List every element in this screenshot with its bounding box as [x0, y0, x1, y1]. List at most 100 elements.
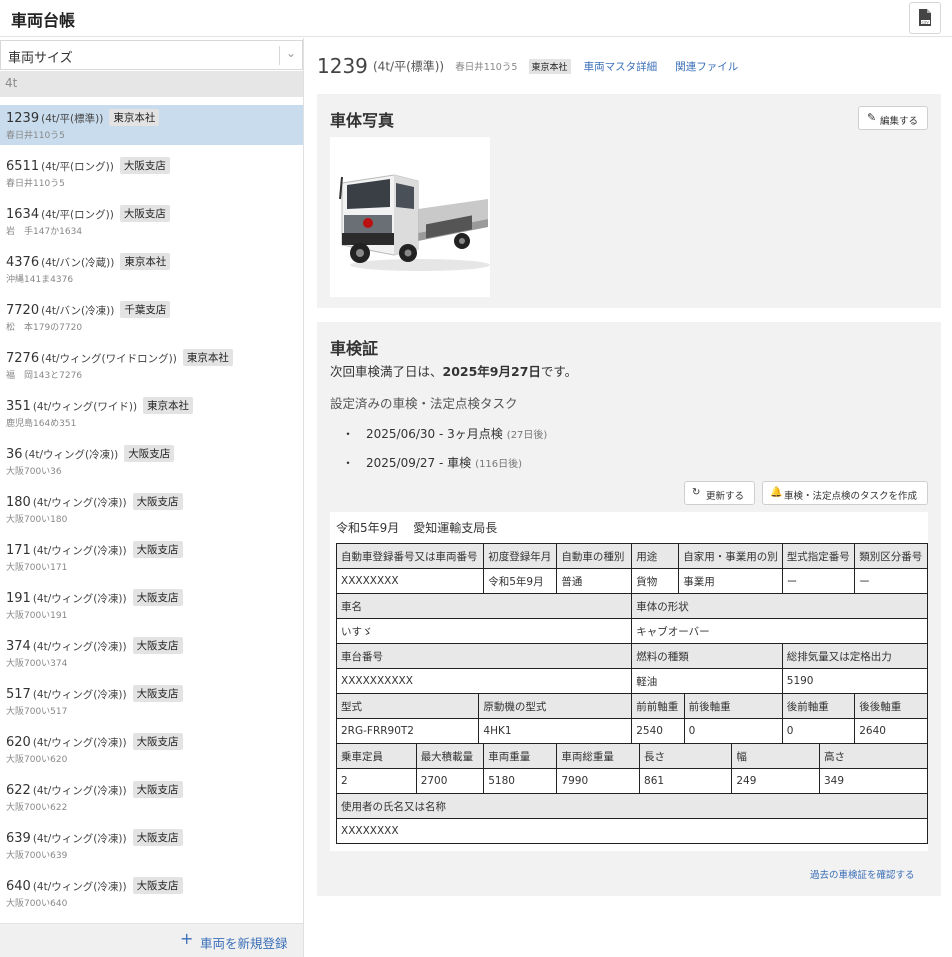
cert-cell-value: 事業用 [678, 568, 783, 594]
cert-cell-label: 幅 [731, 743, 820, 769]
vehicle-item-number: 6511 [6, 159, 40, 174]
cert-cell-label: 型式指定番号 [781, 543, 856, 569]
vehicle-item-size: (4t/ウィング(ワイド)) [32, 401, 138, 413]
vehicle-list-item[interactable]: 180 (4t/ウィング(冷凍)) 大阪支店 大阪700い180 [0, 489, 303, 537]
vehicle-list-item[interactable]: 374 (4t/ウィング(冷凍)) 大阪支店 大阪700い374 [0, 633, 303, 681]
chevron-down-icon[interactable]: ⌄ [286, 46, 296, 60]
size-filter-tag[interactable]: 4t [0, 71, 303, 97]
related-files-link[interactable]: 関連ファイル [675, 61, 738, 73]
vehicle-item-number: 640 [6, 879, 31, 894]
cert-cell-value: 0 [683, 718, 783, 744]
cert-cell-label: 自動車登録番号又は車両番号 [335, 543, 485, 569]
create-task-button[interactable]: 🔔 車検・法定点検のタスクを作成 [762, 481, 928, 505]
vehicle-item-number: 36 [6, 447, 23, 462]
certificate-issue-date: 令和5年9月 [336, 521, 400, 535]
bell-icon: 🔔 [770, 487, 783, 498]
cert-cell-label: 乗車定員 [336, 743, 417, 769]
cert-cell-label: 燃料の種類 [631, 643, 783, 669]
vehicle-item-title: 171 (4t/ウィング(冷凍)) 大阪支店 [6, 541, 183, 558]
cert-cell-label: 自家用・事業用の別 [678, 543, 783, 569]
vehicle-item-number: 620 [6, 735, 31, 750]
cert-header-row: 使用者の氏名又は名称 [336, 793, 928, 819]
cert-cell-label: 後前軸重 [781, 693, 856, 719]
vehicle-list-item[interactable]: 6511 (4t/平(ロング)) 大阪支店 春日井110う5 [0, 153, 303, 201]
cert-cell-value: 軽油 [631, 668, 783, 694]
vehicle-item-branch-badge: 大阪支店 [132, 637, 183, 654]
task-item: ・ 2025/06/30 - 3ヶ月点検 (27日後) [342, 427, 548, 441]
create-task-label: 車検・法定点検のタスクを作成 [784, 491, 918, 502]
vehicle-certificate: 令和5年9月 愛知運輸支局長 自動車登録番号又は車両番号 初度登録年月 自動車の種… [330, 512, 929, 851]
csv-export-button[interactable]: CSV [909, 2, 941, 34]
vehicle-item-size: (4t/平(ロング)) [41, 209, 114, 221]
vehicle-item-title: 517 (4t/ウィング(冷凍)) 大阪支店 [6, 685, 183, 702]
vehicle-list-item[interactable]: 1239 (4t/平(標準)) 東京本社 春日井110う5 [0, 105, 303, 145]
truck-illustration [339, 174, 490, 271]
cert-cell-label: 自動車の種別 [556, 543, 633, 569]
cert-cell-label: 最大積載量 [415, 743, 485, 769]
refresh-button[interactable]: ↻ 更新する [684, 481, 755, 505]
cert-cell-label: 類別区分番号 [854, 543, 928, 569]
vehicle-list-item[interactable]: 7720 (4t/バン(冷凍)) 千葉支店松 本179の7720 [0, 297, 303, 345]
vehicle-item-title: 1239 (4t/平(標準)) 東京本社 [6, 109, 160, 126]
vehicle-list-item[interactable]: 639 (4t/ウィング(冷凍)) 大阪支店 大阪700い639 [0, 825, 303, 873]
vehicle-item-title: 7276 (4t/ウィング(ワイドロング)) 東京本社 [6, 349, 233, 366]
vehicle-list-item[interactable]: 7276 (4t/ウィング(ワイドロング)) 東京本社福 岡143と7276 [0, 345, 303, 393]
cert-cell-value: 2RG-FRR90T2 [335, 718, 480, 744]
vehicle-list-item[interactable]: 171 (4t/ウィング(冷凍)) 大阪支店 大阪700い171 [0, 537, 303, 585]
vehicle-item-number: 7720 [6, 303, 40, 318]
cert-cell-label: 用途 [631, 543, 680, 569]
certificate-table: 自動車登録番号又は車両番号 初度登録年月 自動車の種別 用途 自家用・事業用の別… [335, 543, 929, 844]
vehicle-list-item[interactable]: 36 (4t/ウィング(冷凍)) 大阪支店 大阪700い36 [0, 441, 303, 489]
add-vehicle-label: 車両を新規登録 [200, 936, 288, 951]
vehicle-item-number: 180 [6, 495, 31, 510]
vehicle-item-branch-badge: 大阪支店 [132, 541, 183, 558]
vehicle-item-number: 351 [6, 399, 31, 414]
certificate-header: 令和5年9月 愛知運輸支局長 [336, 519, 497, 536]
cert-cell-label: 前後軸重 [683, 693, 783, 719]
vehicle-list-item[interactable]: 4376 (4t/バン(冷蔵)) 東京本社 沖縄141ま4376 [0, 249, 303, 297]
refresh-icon: ↻ [692, 487, 701, 498]
select-separator [279, 46, 280, 65]
vehicle-item-number: 191 [6, 591, 31, 606]
vehicle-list-item[interactable]: 620 (4t/ウィング(冷凍)) 大阪支店 大阪700い620 [0, 729, 303, 777]
cert-value-row: いすゞ キャブオーバー [335, 618, 928, 644]
cert-cell-value: ー [781, 568, 856, 594]
vehicle-list-item[interactable]: 622 (4t/ウィング(冷凍)) 大阪支店 大阪700い622 [0, 777, 303, 825]
vehicle-item-number: 622 [6, 783, 31, 798]
cert-cell-value: 2540 [631, 718, 685, 744]
vehicle-item-size: (4t/ウィング(冷凍)) [24, 449, 119, 461]
vehicle-item-size: (4t/バン(冷蔵)) [41, 257, 115, 269]
svg-text:CSV: CSV [922, 21, 930, 25]
vehicle-item-title: 1634 (4t/平(ロング)) 大阪支店 [6, 205, 170, 222]
vehicle-item-plate: 大阪700い180 [6, 515, 68, 525]
vehicle-list-item[interactable]: 191 (4t/ウィング(冷凍)) 大阪支店 大阪700い191 [0, 585, 303, 633]
cert-cell-label: 型式 [335, 693, 480, 719]
vehicle-master-link[interactable]: 車両マスタ詳細 [584, 61, 658, 73]
task-bullet: ・ [342, 427, 355, 441]
vehicle-item-size: (4t/ウィング(冷凍)) [32, 785, 127, 797]
vehicle-item-number: 1634 [6, 207, 40, 222]
cert-cell-value: 令和5年9月 [483, 568, 558, 594]
vehicle-size-select[interactable]: 車両サイズ ⌄ [0, 40, 303, 70]
cert-cell-label: 後後軸重 [854, 693, 928, 719]
vehicle-item-size: (4t/平(ロング)) [41, 161, 114, 173]
task-item: ・ 2025/09/27 - 車検 (116日後) [342, 456, 523, 470]
vehicle-item-size: (4t/ウィング(冷凍)) [32, 881, 127, 893]
cert-value-row: 2RG-FRR90T2 4HK1 2540 0 0 2640 [335, 718, 928, 744]
add-vehicle-button[interactable]: + 車両を新規登録 [0, 923, 303, 957]
cert-cell-label: 使用者の氏名又は名称 [336, 793, 928, 819]
vehicle-list-item[interactable]: 1634 (4t/平(ロング)) 大阪支店岩 手147か1634 [0, 201, 303, 249]
vehicle-list-item[interactable]: 351 (4t/ウィング(ワイド)) 東京本社 鹿児島164め351 [0, 393, 303, 441]
vehicle-list-item[interactable]: 517 (4t/ウィング(冷凍)) 大阪支店 大阪700い517 [0, 681, 303, 729]
past-certificates-link[interactable]: 過去の車検証を確認する [810, 867, 915, 881]
cert-value-row: 2 2700 5180 7990 861 249 349 [336, 768, 928, 794]
vehicle-item-plate: 福 岡143と7276 [6, 371, 83, 381]
vehicle-list: 1239 (4t/平(標準)) 東京本社 春日井110う5 6511 (4t/平(ロング)… [0, 105, 303, 921]
cert-header-row: 乗車定員 最大積載量 車両重量 車両総重量 長さ 幅 高さ [336, 743, 928, 769]
cert-cell-value: 249 [731, 768, 820, 794]
cert-cell-label: 車台番号 [335, 643, 633, 669]
vehicle-item-size: (4t/ウィング(冷凍)) [32, 833, 127, 845]
edit-photo-button[interactable]: ✎ 編集する [858, 106, 928, 130]
cert-cell-value: 349 [819, 768, 928, 794]
vehicle-list-item[interactable]: 640 (4t/ウィング(冷凍)) 大阪支店 大阪700い640 [0, 873, 303, 921]
